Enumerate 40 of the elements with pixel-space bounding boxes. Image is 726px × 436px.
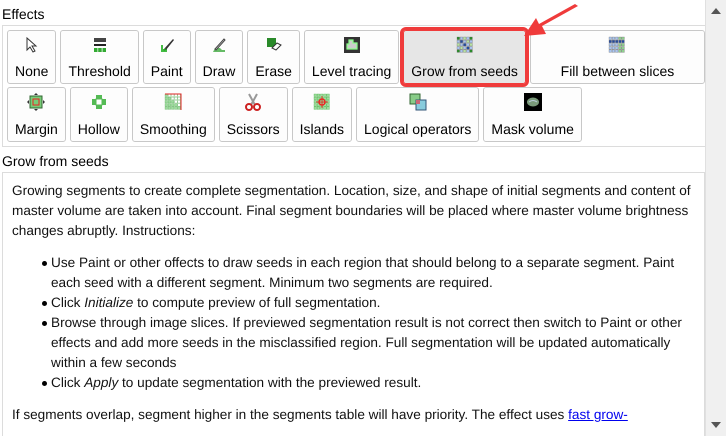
effect-button[interactable]: Fill between slices <box>530 30 705 84</box>
effect-button[interactable]: Hollow <box>70 87 128 142</box>
footer-text: If segments overlap, segment higher in the segments table will have priority. The effect uses <box>12 407 566 422</box>
effect-button[interactable]: Smoothing <box>132 87 215 142</box>
effect-button[interactable]: Mask volume <box>483 87 582 142</box>
instruction-text: Use Paint or other offects to draw seeds in each region that should belong to a separate segment. Paint each seed with a different segment. Minimum two segments are required. <box>51 254 676 292</box>
effect-button[interactable]: Erase <box>247 30 300 84</box>
brain-scan-icon <box>524 93 542 111</box>
effect-button[interactable]: None <box>7 30 56 84</box>
effect-button[interactable]: Draw <box>194 30 244 84</box>
instruction-text: Click Initialize to compute preview of full segmentation. <box>51 294 380 312</box>
instruction-text: Click Apply to update segmentation with the previewed result. <box>51 374 422 392</box>
scroll-down-icon[interactable] <box>711 422 721 428</box>
effect-button[interactable]: Grow from seeds <box>403 30 526 84</box>
hollow-icon <box>90 93 108 111</box>
islands-icon <box>312 93 331 111</box>
effect-button[interactable]: Logical operators <box>356 87 480 142</box>
effect-button[interactable]: Threshold <box>60 30 139 84</box>
link[interactable]: fast grow- <box>568 407 628 422</box>
section-title: Grow from seeds <box>1 152 109 171</box>
margin-icon <box>27 93 46 111</box>
overlapping-squares-icon <box>408 93 427 111</box>
intro-text: Growing segments to create complete segmentation. Location, size, and shape of initial segments and content of master volume are taken into account. Final segment boundaries will be placed where master volume brightness changes abruptly. Instructions: <box>12 182 692 240</box>
effect-button[interactable]: Scissors <box>218 87 288 142</box>
bullet-icon <box>42 321 47 326</box>
scissors-icon <box>244 93 262 111</box>
effect-button[interactable]: Paint <box>142 30 191 84</box>
effect-button[interactable]: Margin <box>7 87 66 142</box>
scroll-up-icon[interactable] <box>711 8 721 14</box>
seed-grid-icon <box>456 36 474 54</box>
slice-grid-icon <box>608 36 626 54</box>
level-tracing-icon <box>342 36 361 54</box>
bullet-icon <box>42 381 47 386</box>
bullet-icon <box>42 301 47 306</box>
effect-button[interactable]: Islands <box>292 87 352 142</box>
smoothing-grid-icon <box>164 93 182 111</box>
scrollbar[interactable] <box>705 0 726 436</box>
effect-button[interactable]: Level tracing <box>304 30 400 84</box>
bullet-icon <box>42 261 47 266</box>
effects-title: Effects <box>1 5 45 24</box>
